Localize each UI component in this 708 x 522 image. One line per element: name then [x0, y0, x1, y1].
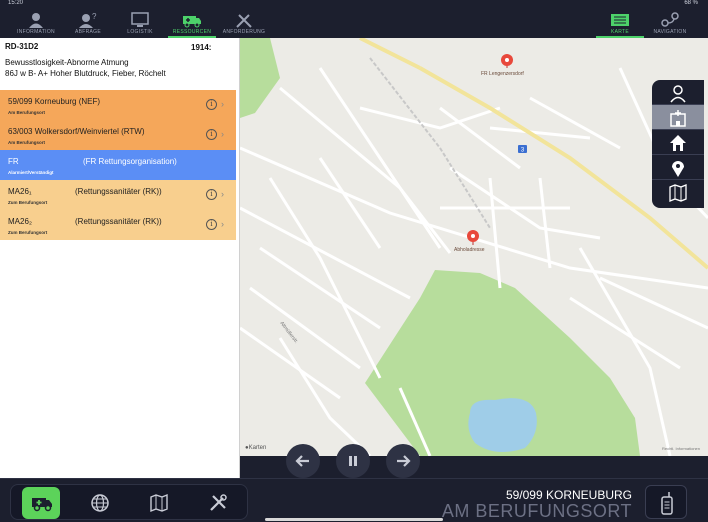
nav-anforderung[interactable]: ANFORDERUNG: [220, 8, 268, 38]
chevron-right-icon: ›: [221, 219, 224, 229]
map-icon: [611, 14, 629, 26]
lake: [468, 398, 537, 452]
pause-icon: [349, 456, 357, 466]
chevron-right-icon: ›: [221, 99, 224, 109]
nav-navigation[interactable]: NAVIGATION: [646, 8, 694, 38]
nav-abfrage-label: ABFRAGE: [75, 29, 101, 35]
home-icon: [670, 135, 686, 151]
tool-person[interactable]: [652, 80, 704, 105]
info-icon[interactable]: i: [206, 129, 217, 140]
unit-status: Alarmiert/Verständigt: [8, 170, 54, 175]
nav-abfrage[interactable]: ? ABFRAGE: [64, 8, 112, 38]
chevron-right-icon: ›: [221, 189, 224, 199]
nav-information-label: INFORMATION: [17, 29, 55, 35]
incident-code: RD-31D2: [5, 42, 39, 51]
incident-header: RD-31D2 1914: Bewusstlosigkeit-Abnorme A…: [0, 38, 239, 88]
info-icon[interactable]: i: [206, 99, 217, 110]
back-arrow-icon: [295, 455, 309, 467]
nav-information[interactable]: INFORMATION: [12, 8, 60, 38]
globe-icon: [91, 494, 109, 512]
ambulance-button[interactable]: [22, 487, 60, 519]
globe-button[interactable]: [81, 487, 119, 519]
pause-button[interactable]: [336, 444, 370, 478]
route-icon: [661, 12, 679, 27]
unit-name: FR: [8, 157, 19, 166]
unit-status: Zum Berufungsort: [8, 230, 48, 235]
unit-description: (FR Rettungsorganisation): [83, 157, 177, 166]
unit-status: Am Berufungsort: [8, 110, 45, 115]
tool-map-help[interactable]: [652, 180, 704, 205]
map-view[interactable]: 3 Altmüllerstr. FR Lengenzersdorf Abhola…: [240, 38, 708, 456]
tool-location[interactable]: [652, 155, 704, 180]
incident-description: Bewusstlosigkeit-Abnorme Atmung: [5, 58, 129, 67]
nav-karte[interactable]: KARTE: [596, 8, 644, 38]
nav-ressourcen[interactable]: RESSOURCEN: [168, 8, 216, 38]
info-icon[interactable]: i: [206, 219, 217, 230]
unit-row-nef[interactable]: 59/099 Korneuburg (NEF) Am Berufungsort …: [0, 90, 236, 120]
bottom-toolbar: [10, 484, 248, 520]
playback-controls: [240, 444, 708, 478]
tools-icon: [236, 14, 252, 28]
map-tools: [652, 80, 704, 208]
radio-icon: [661, 492, 673, 515]
map-question-icon: [669, 184, 687, 202]
unit-row-fr[interactable]: FR (FR Rettungsorganisation) Alarmiert/V…: [0, 150, 236, 180]
nav-karte-label: KARTE: [610, 29, 630, 35]
monitor-icon: [131, 12, 149, 27]
person-info-icon: [29, 13, 43, 28]
person-icon: [670, 85, 686, 103]
forward-button[interactable]: [386, 444, 420, 478]
info-icon[interactable]: i: [206, 189, 217, 200]
app-root: 15:20 68 % INFORMATION ? ABFRAGE LOGISTI…: [0, 0, 708, 522]
map-button[interactable]: [140, 487, 178, 519]
pin-label-fr: FR Lengenzersdorf: [481, 71, 524, 77]
back-button[interactable]: [286, 444, 320, 478]
tool-home[interactable]: [652, 130, 704, 155]
nav-logistik[interactable]: LOGISTIK: [116, 8, 164, 38]
map-credit-text: Karten: [248, 445, 267, 451]
radio-button[interactable]: [645, 485, 687, 519]
unit-status: Am Berufungsort: [8, 140, 45, 145]
home-indicator: [265, 518, 443, 521]
tools-button[interactable]: [199, 487, 237, 519]
incident-panel: RD-31D2 1914: Bewusstlosigkeit-Abnorme A…: [0, 38, 240, 478]
unit-name: 59/099 Korneuburg (NEF): [8, 97, 101, 106]
nav-ressourcen-label: RESSOURCEN: [172, 29, 212, 35]
location-pin-icon: [672, 161, 684, 177]
unit-name: 63/003 Wolkersdorf/Weinviertel (RTW): [8, 127, 145, 136]
map-icon: [150, 493, 168, 513]
ambulance-icon: [32, 498, 52, 512]
nav-navigation-label: NAVIGATION: [653, 29, 687, 35]
unit-row-ma26-2[interactable]: MA26₂ (Rettungssanitäter (RK)) Zum Beruf…: [0, 210, 236, 240]
hospital-icon: [670, 110, 686, 127]
current-unit-status: AM BERUFUNGSORT: [441, 501, 632, 521]
nav-anforderung-label: ANFORDERUNG: [222, 29, 266, 35]
tools-icon: [210, 494, 227, 511]
map-credit: ●Karten: [245, 445, 266, 451]
chevron-right-icon: ›: [221, 129, 224, 139]
battery-label: 68 %: [684, 0, 698, 6]
unit-row-rtw[interactable]: 63/003 Wolkersdorf/Weinviertel (RTW) Am …: [0, 120, 236, 150]
forward-arrow-icon: [397, 455, 411, 467]
legal-link[interactable]: Rechtl. Informationen: [662, 446, 700, 451]
unit-name: MA26₁: [8, 187, 32, 196]
status-bar: 15:20 68 %: [0, 0, 708, 8]
top-nav: INFORMATION ? ABFRAGE LOGISTIK RESSOURCE…: [0, 8, 708, 38]
pin-label-abholadresse: Abholadresse: [454, 247, 485, 253]
current-unit-name: 59/099 KORNEUBURG: [505, 488, 632, 502]
tool-hospital[interactable]: [652, 105, 704, 130]
nav-logistik-label: LOGISTIK: [127, 29, 153, 35]
bottom-bar: 59/099 KORNEUBURG AM BERUFUNGSORT: [0, 478, 708, 522]
unit-status: Zum Berufungsort: [8, 200, 48, 205]
incident-time: 1914:: [191, 43, 212, 52]
ambulance-icon: [183, 16, 201, 28]
person-question-icon: ?: [79, 12, 97, 28]
unit-name: MA26₂: [8, 217, 33, 226]
unit-description: (Rettungssanitäter (RK)): [75, 217, 162, 226]
unit-row-ma26-1[interactable]: MA26₁ (Rettungssanitäter (RK)) Zum Beruf…: [0, 180, 236, 210]
unit-description: (Rettungssanitäter (RK)): [75, 187, 162, 196]
svg-text:?: ?: [92, 12, 97, 21]
patient-details: 86J w B- A+ Hoher Blutdruck, Fieber, Röc…: [5, 69, 166, 78]
status-time: 15:20: [8, 0, 24, 6]
